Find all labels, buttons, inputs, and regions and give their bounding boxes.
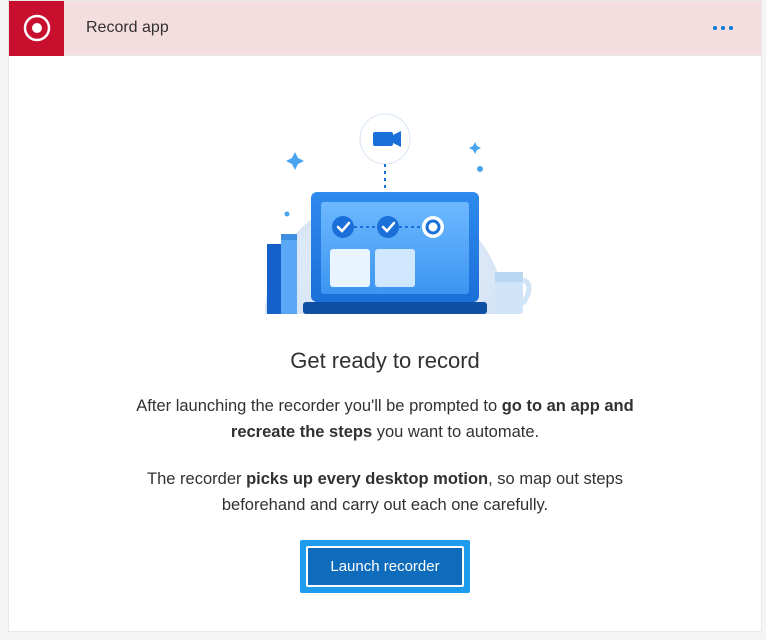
- record-icon-box: [9, 1, 64, 56]
- panel-header: Record app: [9, 1, 761, 56]
- record-icon: [23, 14, 51, 42]
- panel-title: Record app: [86, 19, 169, 37]
- more-menu-button[interactable]: [705, 18, 741, 38]
- description-paragraph-1: After launching the recorder you'll be p…: [105, 394, 665, 445]
- description-paragraph-2: The recorder picks up every desktop moti…: [105, 467, 665, 518]
- button-highlight-frame: Launch recorder: [300, 540, 469, 593]
- text-bold: picks up every desktop motion: [246, 470, 488, 488]
- record-app-panel: Record app: [8, 0, 762, 632]
- illustration: [225, 84, 545, 324]
- panel-content: Get ready to record After launching the …: [9, 56, 761, 593]
- text-part: After launching the recorder you'll be p…: [136, 397, 501, 415]
- text-part: The recorder: [147, 470, 246, 488]
- content-heading: Get ready to record: [49, 348, 721, 374]
- text-part: you want to automate.: [372, 423, 539, 441]
- ellipsis-icon: [729, 26, 733, 30]
- ellipsis-icon: [721, 26, 725, 30]
- ellipsis-icon: [713, 26, 717, 30]
- launch-recorder-button[interactable]: Launch recorder: [306, 546, 463, 587]
